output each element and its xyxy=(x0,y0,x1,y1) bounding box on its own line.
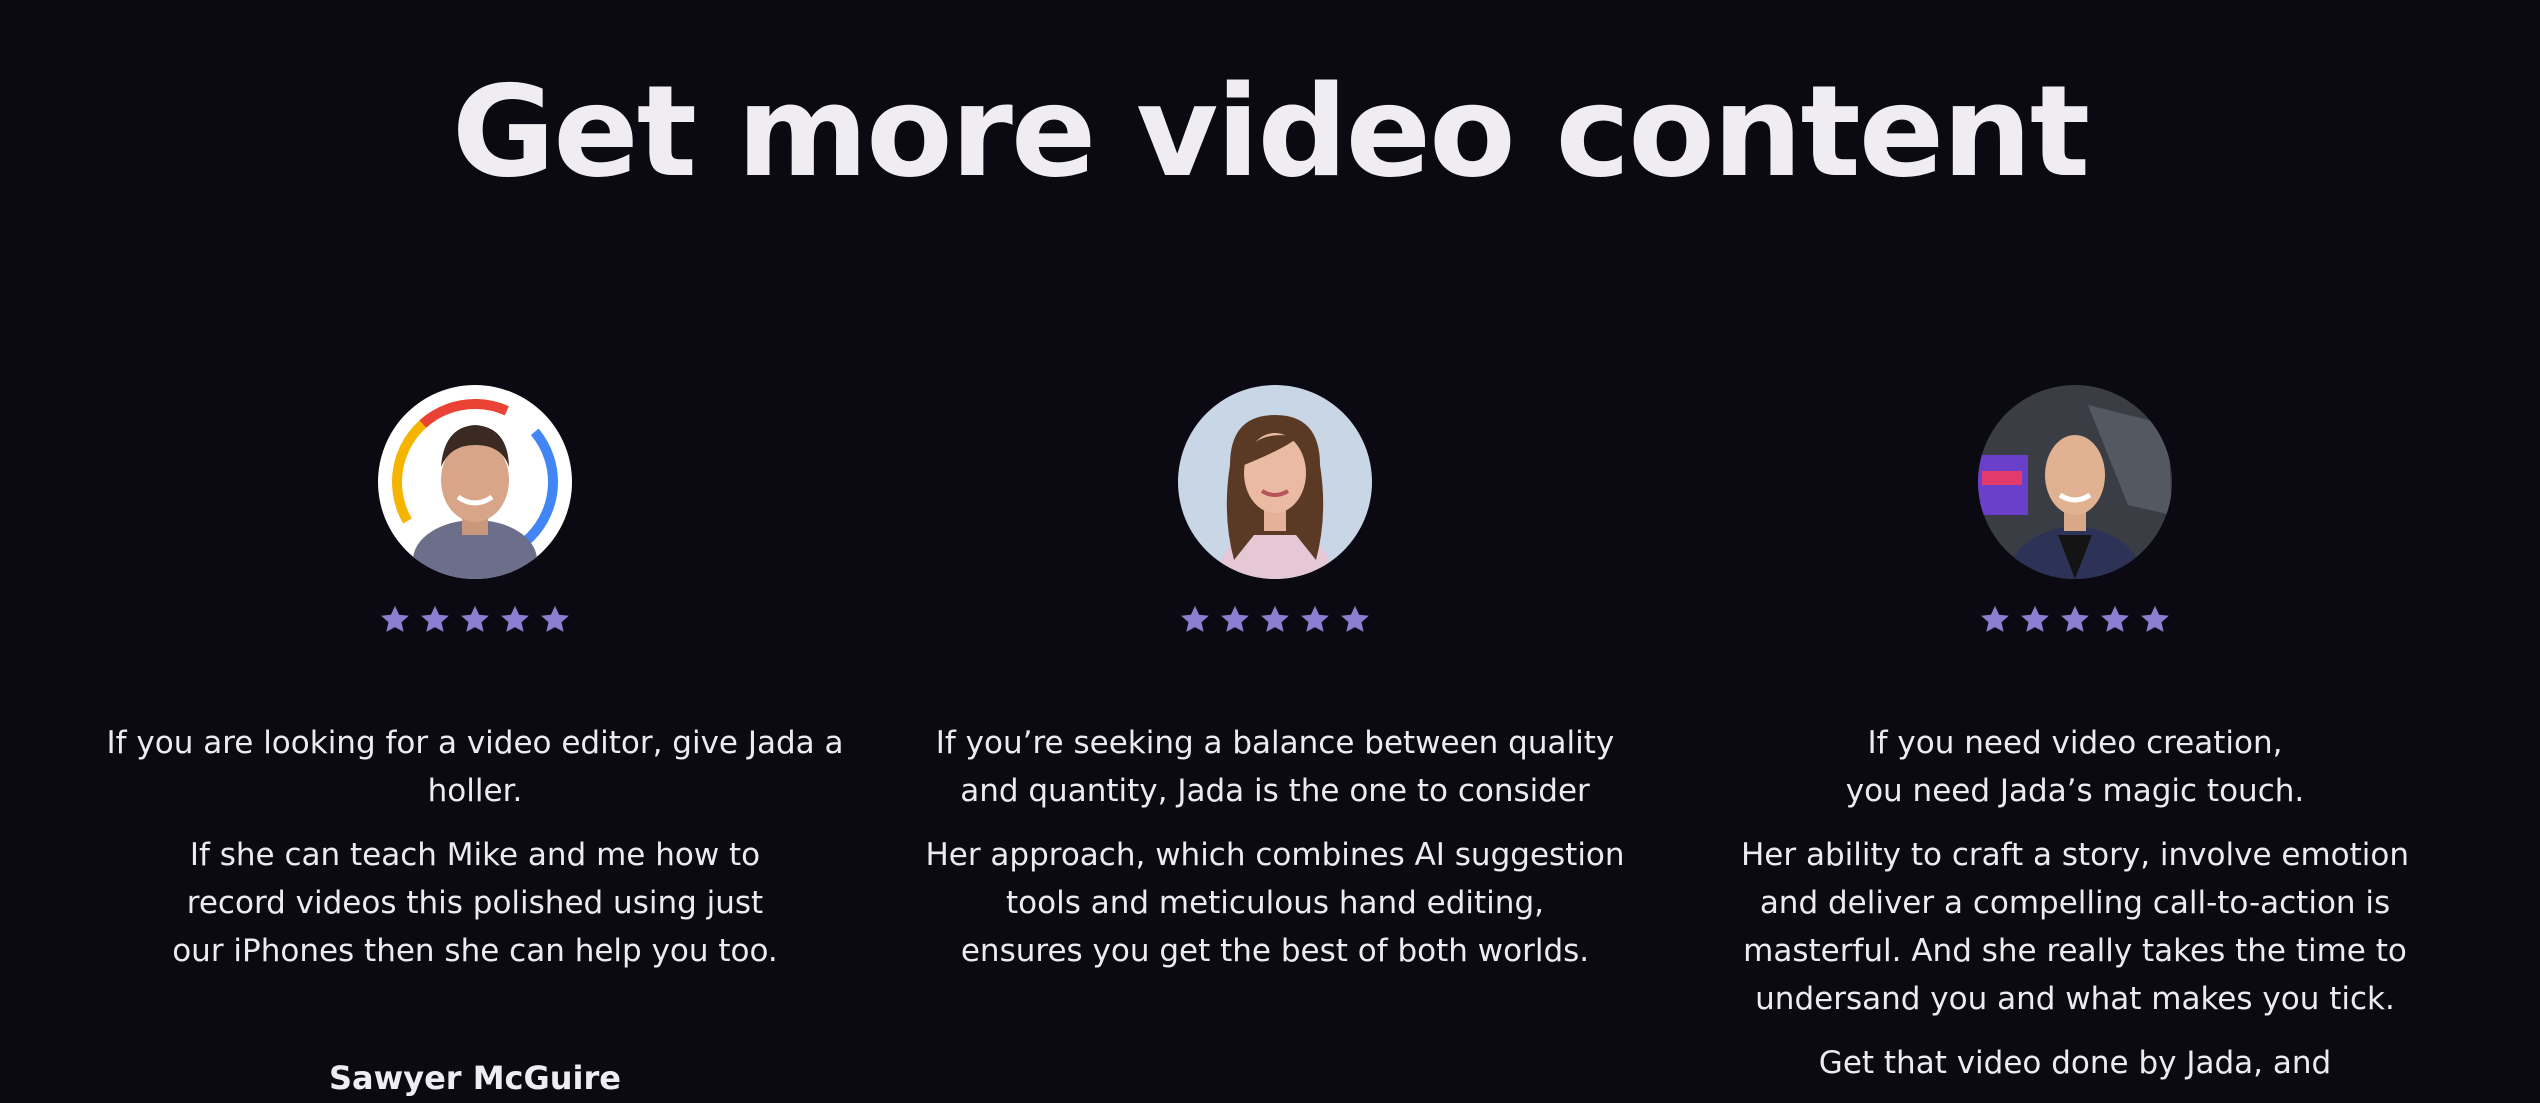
star-icon xyxy=(2018,603,2052,637)
star-icon xyxy=(378,603,412,637)
quote-paragraph: If she can teach Mike and me how to reco… xyxy=(172,837,778,969)
person-avatar-icon xyxy=(1178,385,1372,579)
person-avatar-icon xyxy=(378,385,572,579)
testimonial-card: If you’re seeking a balance between qual… xyxy=(875,385,1675,991)
quote-paragraph: Her ability to craft a story, involve em… xyxy=(1741,837,2409,1017)
star-icon xyxy=(1178,603,1212,637)
star-icon xyxy=(1298,603,1332,637)
star-icon xyxy=(538,603,572,637)
star-rating xyxy=(875,603,1675,637)
star-icon xyxy=(418,603,452,637)
star-icon xyxy=(1218,603,1252,637)
testimonial-quote: If you are looking for a video editor, g… xyxy=(75,719,875,975)
testimonial-card: If you need video creation, you need Jad… xyxy=(1675,385,2475,1103)
star-icon xyxy=(1258,603,1292,637)
quote-paragraph: If you’re seeking a balance between qual… xyxy=(935,725,1615,809)
star-icon xyxy=(458,603,492,637)
star-rating xyxy=(1675,603,2475,637)
testimonial-author: Sawyer McGuire xyxy=(329,1059,621,1097)
person-avatar-icon xyxy=(1978,385,2172,579)
quote-paragraph: If you are looking for a video editor, g… xyxy=(106,725,844,809)
testimonial-quote: If you’re seeking a balance between qual… xyxy=(875,719,1675,975)
star-icon xyxy=(2058,603,2092,637)
star-icon xyxy=(1338,603,1372,637)
testimonial-avatar xyxy=(378,385,572,579)
quote-paragraph: If you need video creation, you need Jad… xyxy=(1845,725,2305,809)
testimonial-avatar xyxy=(1978,385,2172,579)
quote-paragraph: Her approach, which combines AI suggesti… xyxy=(925,837,1625,969)
star-icon xyxy=(2098,603,2132,637)
star-icon xyxy=(1978,603,2012,637)
star-icon xyxy=(498,603,532,637)
testimonial-card: If you are looking for a video editor, g… xyxy=(75,385,875,1097)
star-icon xyxy=(2138,603,2172,637)
quote-paragraph: Get that video done by Jada, and xyxy=(1818,1045,2332,1081)
star-rating xyxy=(75,603,875,637)
testimonial-avatar xyxy=(1178,385,1372,579)
section-title: Get more video content xyxy=(451,58,2090,205)
testimonial-quote: If you need video creation, you need Jad… xyxy=(1675,719,2475,1087)
